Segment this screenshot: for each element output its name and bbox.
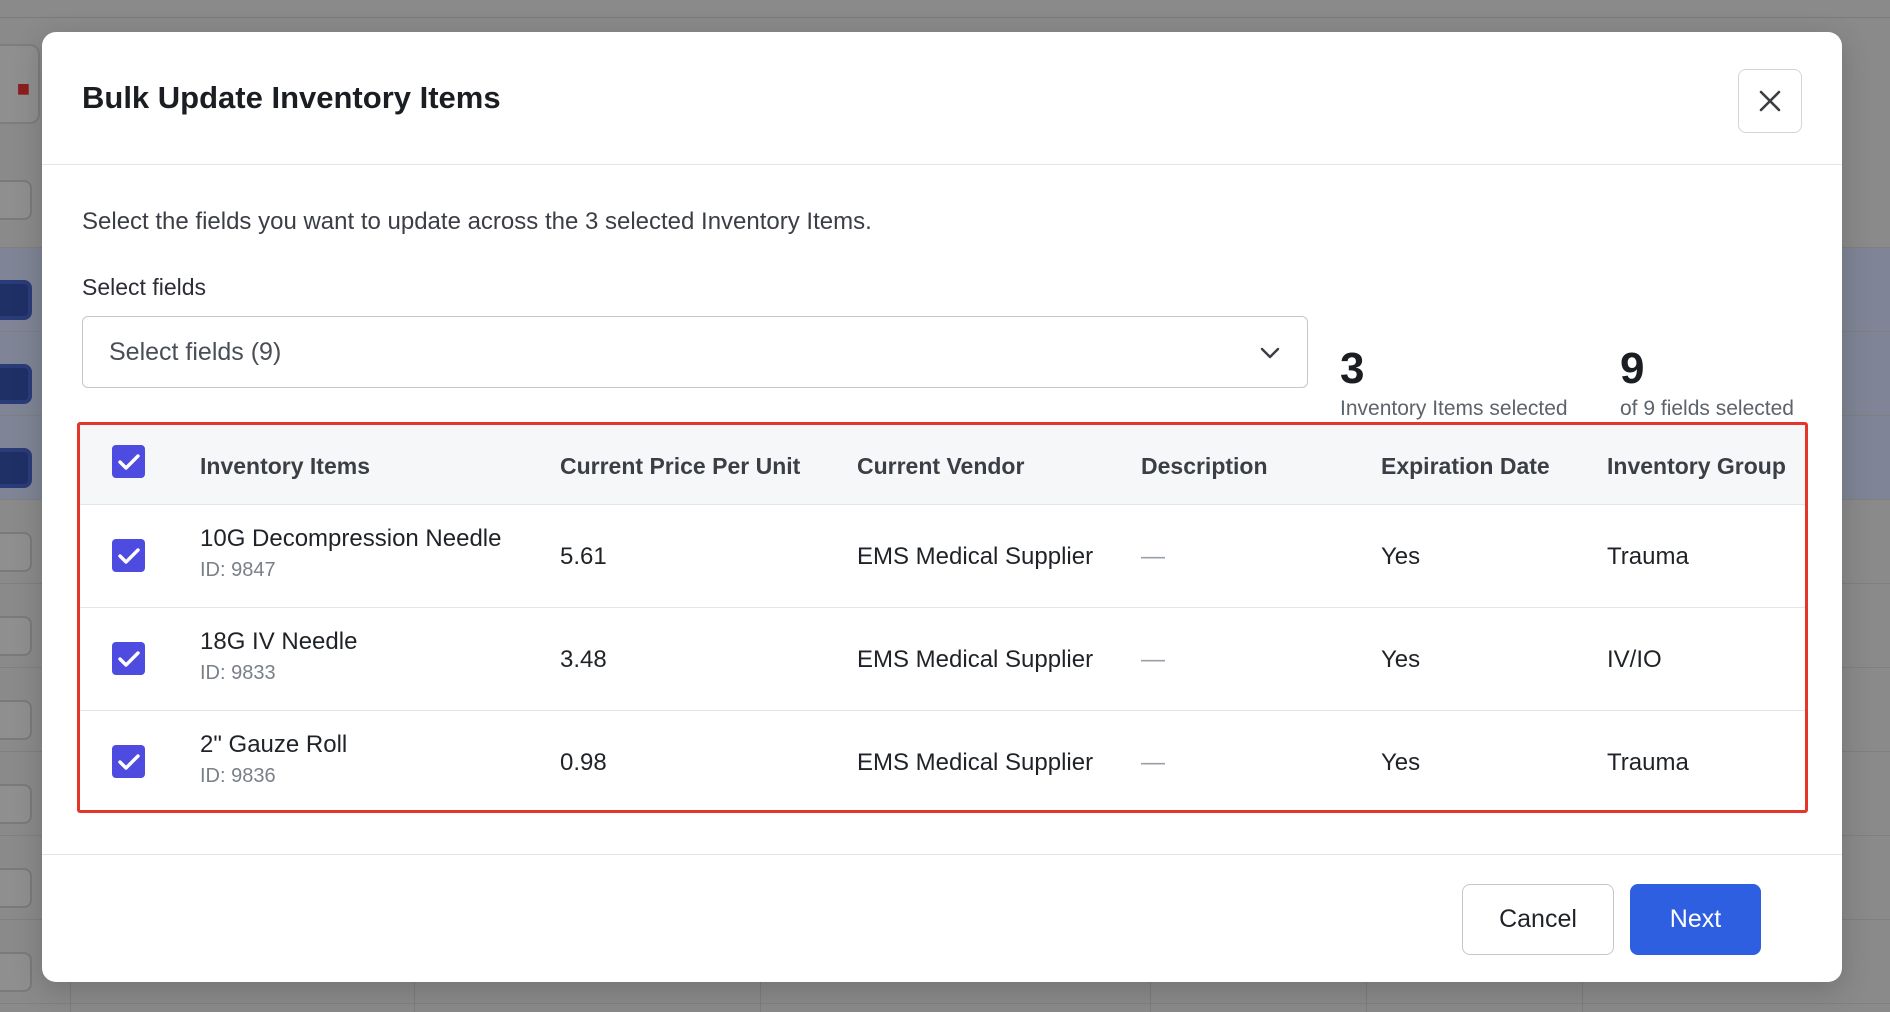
- background-delete-button: ■: [0, 44, 40, 124]
- background-checkbox: [0, 280, 32, 320]
- select-fields-label: Select fields: [82, 274, 207, 300]
- select-fields-dropdown[interactable]: Select fields (9): [82, 316, 1308, 388]
- modal-title: Bulk Update Inventory Items: [82, 80, 501, 115]
- item-id: ID: 9836: [200, 765, 276, 787]
- fields-selected-caption: of 9 fields selected: [1620, 397, 1794, 420]
- bulk-update-modal: Bulk Update Inventory Items Select the f…: [42, 32, 1842, 982]
- checkmark-icon: [117, 547, 140, 564]
- background-column-divider: [1582, 980, 1583, 1012]
- close-icon: [1759, 90, 1781, 112]
- cancel-button[interactable]: Cancel: [1462, 884, 1614, 955]
- table-row[interactable]: 10G Decompression Needle ID: 9847 5.61 E…: [80, 505, 1805, 608]
- item-name: 10G Decompression Needle: [200, 525, 502, 552]
- background-checkbox: [0, 532, 32, 572]
- select-fields-value: Select fields (9): [109, 337, 282, 366]
- background-checkbox: [0, 868, 32, 908]
- background-column-divider: [414, 980, 415, 1012]
- item-vendor: EMS Medical Supplier: [857, 543, 1094, 570]
- item-vendor: EMS Medical Supplier: [857, 646, 1094, 673]
- items-selected-count: 3: [1340, 344, 1365, 393]
- background-column-divider: [70, 980, 71, 1012]
- inventory-items-table: Inventory Items Current Price Per Unit C…: [77, 422, 1808, 813]
- background-checkbox: [0, 364, 32, 404]
- item-group: Trauma: [1607, 749, 1689, 776]
- background-header: [0, 0, 1890, 18]
- items-selected-stat: 3 Inventory Items selected: [1340, 347, 1568, 421]
- select-all-checkbox[interactable]: [112, 445, 145, 478]
- chevron-down-icon: [1260, 347, 1280, 359]
- item-expiration: Yes: [1381, 543, 1421, 570]
- item-id: ID: 9833: [200, 662, 276, 684]
- item-description: —: [1141, 646, 1165, 673]
- checkmark-icon: [117, 650, 140, 667]
- column-header-expiration-date[interactable]: Expiration Date: [1381, 453, 1550, 480]
- table-row[interactable]: 18G IV Needle ID: 9833 3.48 EMS Medical …: [80, 608, 1805, 711]
- background-checkbox: [0, 448, 32, 488]
- background-column-divider: [1366, 980, 1367, 1012]
- row-checkbox[interactable]: [112, 745, 145, 778]
- next-button[interactable]: Next: [1630, 884, 1761, 955]
- item-price: 0.98: [560, 749, 607, 776]
- fields-selected-count: 9: [1620, 344, 1645, 393]
- checkmark-icon: [117, 453, 140, 470]
- item-name: 2" Gauze Roll: [200, 731, 348, 758]
- intro-text: Select the fields you want to update acr…: [82, 208, 872, 235]
- column-header-inventory-group[interactable]: Inventory Group: [1607, 453, 1786, 480]
- column-header-inventory-items[interactable]: Inventory Items: [200, 453, 370, 480]
- background-checkbox: [0, 180, 32, 220]
- item-name: 18G IV Needle: [200, 628, 358, 655]
- background-column-divider: [1150, 980, 1151, 1012]
- checkmark-icon: [117, 753, 140, 770]
- column-header-price[interactable]: Current Price Per Unit: [560, 453, 800, 480]
- background-checkbox: [0, 952, 32, 992]
- item-description: —: [1141, 543, 1165, 570]
- background-checkbox: [0, 616, 32, 656]
- fields-selected-stat: 9 of 9 fields selected: [1620, 347, 1794, 421]
- row-checkbox[interactable]: [112, 539, 145, 572]
- background-checkbox: [0, 784, 32, 824]
- item-price: 3.48: [560, 646, 607, 673]
- table-row[interactable]: 2" Gauze Roll ID: 9836 0.98 EMS Medical …: [80, 711, 1805, 810]
- item-description: —: [1141, 749, 1165, 776]
- item-id: ID: 9847: [200, 559, 276, 581]
- item-expiration: Yes: [1381, 646, 1421, 673]
- item-price: 5.61: [560, 543, 607, 570]
- close-button[interactable]: [1738, 69, 1802, 133]
- item-expiration: Yes: [1381, 749, 1421, 776]
- background-column-divider: [760, 980, 761, 1012]
- row-checkbox[interactable]: [112, 642, 145, 675]
- modal-header: Bulk Update Inventory Items: [42, 32, 1842, 165]
- background-checkbox: [0, 700, 32, 740]
- column-header-vendor[interactable]: Current Vendor: [857, 453, 1024, 480]
- item-vendor: EMS Medical Supplier: [857, 749, 1094, 776]
- column-header-description[interactable]: Description: [1141, 453, 1268, 480]
- items-selected-caption: Inventory Items selected: [1340, 397, 1568, 420]
- trash-icon: ■: [16, 76, 30, 101]
- table-header: Inventory Items Current Price Per Unit C…: [80, 425, 1805, 505]
- item-group: Trauma: [1607, 543, 1689, 570]
- item-group: IV/IO: [1607, 646, 1662, 673]
